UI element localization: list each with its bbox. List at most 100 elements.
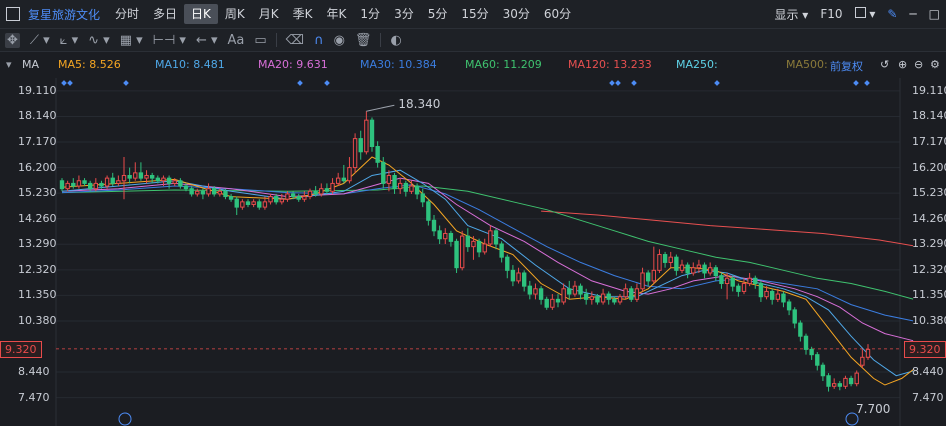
candle-body [837, 383, 843, 387]
candle-body [234, 198, 239, 208]
candle-body [730, 277, 735, 287]
event-marker [864, 80, 870, 86]
y-tick-left: 13.290 [18, 237, 57, 251]
candle-body [127, 174, 132, 179]
candle-body [516, 272, 521, 282]
candle-body [555, 298, 561, 303]
event-marker [67, 80, 73, 86]
candle-body [240, 201, 245, 208]
candle-body [854, 372, 859, 385]
candle-body [273, 196, 279, 203]
candle-body [578, 285, 583, 295]
candle-body [93, 182, 99, 190]
candle-body [381, 161, 386, 184]
candle-body [251, 201, 256, 205]
candle-body [657, 254, 662, 271]
candle-body [589, 296, 595, 300]
y-tick-left: 17.170 [18, 135, 57, 149]
y-tick-right: 10.380 [912, 313, 946, 327]
event-marker [714, 80, 720, 86]
candle-body [341, 177, 347, 182]
y-tick-left: 15.230 [18, 186, 57, 200]
candle-body [364, 119, 369, 153]
candle-body [431, 219, 437, 232]
candle-body [149, 174, 155, 179]
candle-body [719, 275, 724, 285]
candle-body [668, 256, 673, 263]
candle-body [521, 272, 527, 287]
candle-body [747, 277, 752, 285]
candle-body [713, 267, 719, 277]
candle-body [471, 240, 476, 248]
candle-body [121, 174, 127, 182]
candle-body [843, 377, 848, 387]
high-price-label: 18.340 [398, 97, 440, 111]
candle-body [206, 188, 211, 195]
candle-body [443, 232, 448, 240]
candle-body [448, 232, 454, 242]
y-tick-left: 16.200 [18, 160, 57, 174]
candle-body [330, 182, 335, 192]
candle-body [510, 269, 516, 282]
ma120-line [541, 210, 914, 247]
candle-body [674, 256, 679, 271]
y-tick-right: 15.230 [912, 186, 946, 200]
candle-body [538, 288, 544, 300]
candle-body [409, 185, 414, 192]
candle-body [133, 172, 138, 179]
y-tick-left: 12.320 [18, 262, 57, 276]
ma20-line [61, 177, 914, 342]
candle-body [104, 177, 110, 187]
candle-body [815, 354, 820, 366]
candle-body [685, 264, 690, 274]
candle-body [262, 201, 268, 208]
candle-body [505, 256, 510, 271]
candle-body [172, 180, 177, 184]
y-tick-right: 12.320 [912, 262, 946, 276]
candle-body [792, 309, 797, 324]
candle-body [76, 180, 82, 187]
candle-body [307, 190, 313, 198]
event-marker [615, 80, 621, 86]
candle-body [567, 288, 572, 295]
candle-body [786, 301, 792, 311]
event-e-marker [118, 412, 132, 426]
candle-body [724, 277, 730, 285]
candle-body [397, 182, 403, 190]
y-tick-right: 8.440 [912, 365, 944, 379]
candle-body [527, 285, 533, 295]
candle-body [572, 285, 578, 295]
candle-body [223, 190, 228, 198]
candle-body [488, 230, 493, 245]
candle-body [82, 180, 87, 184]
candle-body [544, 298, 549, 308]
event-marker [123, 80, 129, 86]
high-annotation-leader [366, 104, 395, 112]
candle-body [59, 180, 65, 190]
candle-body [369, 119, 375, 148]
candle-body [612, 298, 617, 303]
candle-body [279, 198, 285, 203]
candlestick-chart[interactable]: 18.340 7.700 [0, 0, 946, 426]
candle-body [414, 185, 420, 195]
candle-body [865, 348, 871, 358]
y-tick-right: 11.350 [912, 288, 946, 302]
candle-body [352, 138, 358, 169]
candle-body [809, 348, 814, 356]
candle-body [178, 180, 183, 187]
candle-body [860, 356, 865, 366]
y-tick-left: 8.440 [18, 365, 50, 379]
y-tick-right: 17.170 [912, 135, 946, 149]
event-marker [61, 80, 67, 86]
candle-body [499, 243, 504, 258]
candle-body [826, 375, 831, 387]
candle-body [629, 288, 634, 300]
candle-body [623, 288, 628, 298]
event-marker [324, 80, 330, 86]
candle-body [848, 377, 854, 385]
y-tick-right: 7.470 [912, 390, 944, 404]
candle-body [403, 182, 409, 192]
candle-body [290, 193, 296, 198]
candle-body [741, 283, 747, 292]
candle-body [533, 288, 538, 295]
